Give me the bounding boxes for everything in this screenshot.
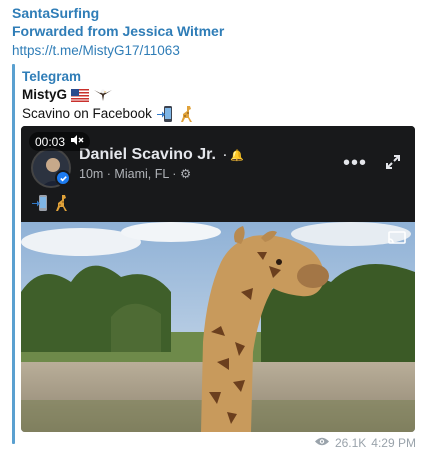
- quote-bar: [12, 64, 15, 444]
- quoted-message: Telegram MistyG Scavino on Facebook: [22, 68, 194, 124]
- facebook-post-meta: 10m · Miami, FL · ⚙: [79, 166, 191, 181]
- author-line: MistyG: [22, 86, 194, 104]
- notification-bell-icon: · 🔔: [223, 150, 244, 162]
- timestamp-text: 00:03: [35, 134, 66, 149]
- video-frame-giraffe: [21, 222, 415, 432]
- us-flag-icon: [71, 88, 90, 102]
- caption-text: Scavino on Facebook: [22, 106, 152, 121]
- forwarded-from[interactable]: Forwarded from Jessica Witmer: [12, 22, 224, 40]
- message-footer: 26.1K 4:29 PM: [314, 436, 416, 450]
- message-header: SantaSurfing Forwarded from Jessica Witm…: [12, 4, 224, 60]
- mobile-arrow-icon: [31, 194, 49, 212]
- giraffe-icon: [178, 105, 194, 123]
- expand-icon[interactable]: [385, 154, 401, 175]
- message-link[interactable]: https://t.me/MistyG17/11063: [12, 41, 224, 60]
- giraffe-icon: [53, 194, 69, 212]
- message-time: 4:29 PM: [371, 436, 416, 450]
- facebook-author-name[interactable]: Daniel Scavino Jr. · 🔔: [79, 146, 244, 164]
- video-player[interactable]: Daniel Scavino Jr. · 🔔 10m · Miami, FL ·…: [21, 126, 415, 432]
- post-meta-text: 10m · Miami, FL ·: [79, 167, 177, 181]
- author-name: MistyG: [22, 87, 68, 102]
- sender-name[interactable]: SantaSurfing: [12, 4, 224, 22]
- caption-line: Scavino on Facebook: [22, 104, 194, 124]
- facebook-author-label: Daniel Scavino Jr.: [79, 146, 216, 163]
- cast-icon[interactable]: [387, 230, 407, 251]
- settings-gear-icon: ⚙: [179, 167, 192, 181]
- video-timestamp: 00:03: [29, 132, 91, 151]
- more-options-icon[interactable]: •••: [343, 152, 367, 175]
- muted-speaker-icon[interactable]: [70, 134, 84, 149]
- views-count: 26.1K: [334, 436, 367, 450]
- views-eye-icon: [314, 436, 330, 450]
- mobile-arrow-icon: [156, 105, 174, 123]
- eagle-icon: [93, 87, 113, 103]
- verified-badge-icon: [55, 170, 71, 186]
- facebook-post-emoji: [31, 194, 69, 212]
- channel-name[interactable]: Telegram: [22, 68, 194, 86]
